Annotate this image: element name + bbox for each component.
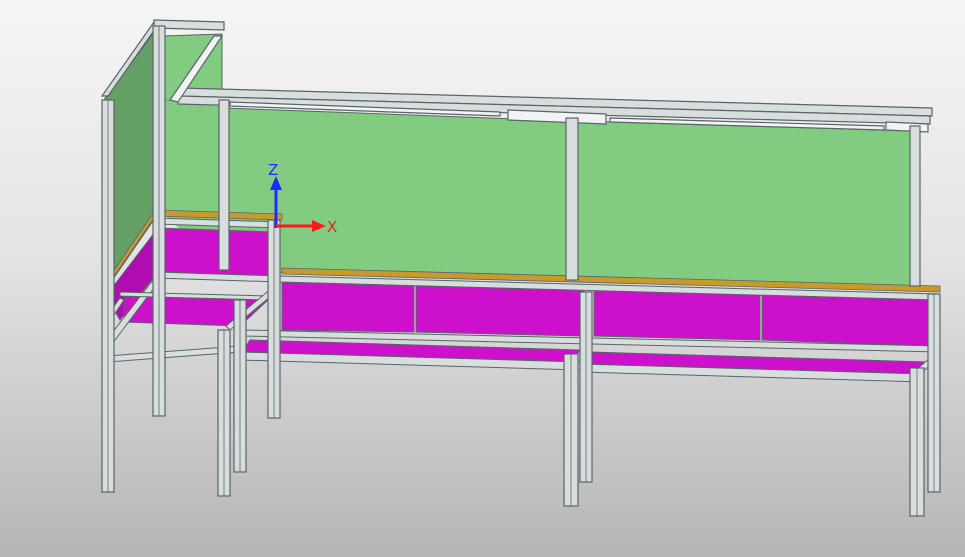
light-fixture-end	[885, 121, 929, 133]
drawer-front-4	[761, 293, 931, 347]
drawer-upper-cabinet	[157, 227, 273, 277]
x-axis-label: X	[327, 218, 337, 236]
drawer-front-3	[593, 289, 761, 341]
3d-viewport[interactable]: Z X	[0, 0, 965, 557]
post-upper-right	[218, 99, 230, 271]
back-panel-right	[577, 120, 916, 288]
drawer-front-2	[415, 285, 585, 337]
post-right-back	[909, 125, 921, 287]
z-axis-label: Z	[268, 161, 278, 179]
post-center-back	[565, 117, 579, 281]
workbench-model[interactable]: Z X	[0, 0, 965, 557]
drawer-front-1	[281, 281, 415, 333]
